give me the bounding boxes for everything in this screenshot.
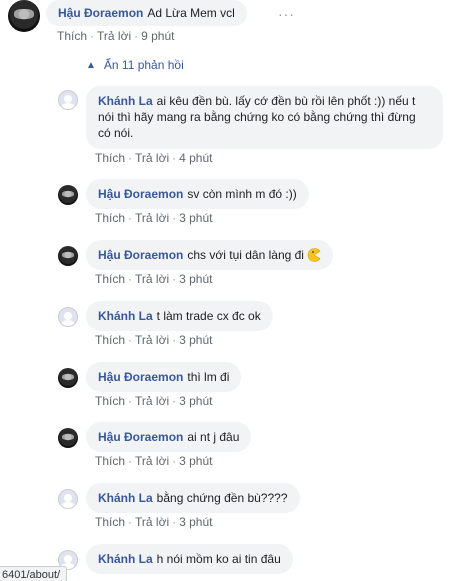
comment-text: thì lm đi: [187, 370, 230, 384]
comment-text: bằng chứng đền bù????: [156, 491, 288, 505]
more-options-icon[interactable]: ···: [278, 6, 295, 22]
comment-bubble: Khánh La t làm trade cx đc ok: [86, 301, 273, 331]
timestamp[interactable]: 3 phút: [179, 515, 212, 529]
reply-link[interactable]: Trả lời: [135, 151, 169, 165]
comment-actions: Thích · Trả lời · 3 phút: [95, 394, 213, 408]
status-bar-url: 6401/about/: [0, 566, 68, 581]
avatar-khanh-la[interactable]: [58, 90, 78, 110]
avatar-hau-doraemon[interactable]: [8, 0, 40, 32]
comment-text: h nói mồm ko ai tin đâu: [156, 552, 281, 566]
comment-author[interactable]: Khánh La: [98, 552, 153, 566]
like-link[interactable]: Thích: [95, 151, 125, 165]
reply-comment: Khánh La t làm trade cx đc ok: [58, 301, 273, 331]
reply-link[interactable]: Trả lời: [97, 29, 131, 43]
comment-actions: Thích · Trả lời · 3 phút: [95, 333, 213, 347]
comment-actions: Thích · Trả lời · 3 phút: [95, 211, 213, 225]
reply-link[interactable]: Trả lời: [135, 272, 169, 286]
timestamp[interactable]: 3 phút: [179, 272, 212, 286]
comment-author[interactable]: Khánh La: [98, 309, 153, 323]
reply-comment: Hậu Đoraemon sv còn mình m đó :)): [58, 179, 309, 209]
timestamp[interactable]: 3 phút: [179, 211, 212, 225]
reply-comment: Khánh La h nói mồm ko ai tin đâu: [58, 544, 293, 574]
comment-author[interactable]: Hậu Đoraemon: [98, 187, 183, 201]
comment-author[interactable]: Khánh La: [98, 94, 153, 108]
comment-bubble: Khánh La bằng chứng đền bù????: [86, 483, 300, 513]
timestamp[interactable]: 3 phút: [179, 454, 212, 468]
timestamp[interactable]: 3 phút: [179, 333, 212, 347]
reply-link[interactable]: Trả lời: [135, 454, 169, 468]
reply-comment: Hậu Đoraemon chs với tụi dân làng đi: [58, 240, 333, 270]
comment-actions: Thích · Trả lời · 3 phút: [95, 515, 213, 529]
comment-actions: Thích · Trả lời · 9 phút: [57, 29, 175, 43]
comment-text: chs với tụi dân làng đi: [187, 248, 304, 262]
reply-comment: Hậu Đoraemon thì lm đi: [58, 362, 242, 392]
avatar-khanh-la[interactable]: [58, 489, 78, 509]
timestamp[interactable]: 4 phút: [179, 151, 212, 165]
reply-comment: Khánh La bằng chứng đền bù????: [58, 483, 300, 513]
reply-link[interactable]: Trả lời: [135, 211, 169, 225]
comment-bubble: Hậu Đoraemon Ad Lừa Mem vcl: [46, 0, 247, 26]
avatar-hau-doraemon[interactable]: [58, 428, 78, 448]
reply-comment: Khánh La ai kêu đền bù. lấy cớ đền bù rồi…: [58, 86, 443, 149]
comment-author[interactable]: Khánh La: [98, 491, 153, 505]
comment-author[interactable]: Hậu Đoraemon: [98, 248, 183, 262]
comment-bubble: Khánh La h nói mồm ko ai tin đâu: [86, 544, 293, 574]
like-link[interactable]: Thích: [95, 211, 125, 225]
timestamp[interactable]: 3 phút: [179, 394, 212, 408]
avatar-hau-doraemon[interactable]: [58, 368, 78, 388]
comment-text: sv còn mình m đó :)): [187, 187, 297, 201]
hide-replies-toggle[interactable]: ▲ Ẩn 11 phản hồi: [86, 58, 184, 72]
comment-text: Ad Lừa Mem vcl: [147, 6, 235, 20]
avatar-khanh-la[interactable]: [58, 307, 78, 327]
like-link[interactable]: Thích: [95, 394, 125, 408]
comment-bubble: Hậu Đoraemon ai nt j đâu: [86, 422, 252, 452]
reply-link[interactable]: Trả lời: [135, 333, 169, 347]
comment-actions: Thích · Trả lời · 3 phút: [95, 272, 213, 286]
reply-comment: Hậu Đoraemon ai nt j đâu: [58, 422, 252, 452]
top-comment: Hậu Đoraemon Ad Lừa Mem vcl ···: [8, 0, 294, 32]
comment-actions: Thích · Trả lời · 3 phút: [95, 454, 213, 468]
like-link[interactable]: Thích: [95, 515, 125, 529]
timestamp[interactable]: 9 phút: [141, 29, 174, 43]
comment-author[interactable]: Hậu Đoraemon: [98, 430, 183, 444]
comment-text: ai nt j đâu: [187, 430, 240, 444]
like-link[interactable]: Thích: [95, 454, 125, 468]
comment-bubble: Khánh La ai kêu đền bù. lấy cớ đền bù rồi…: [86, 86, 443, 149]
like-link[interactable]: Thích: [57, 29, 87, 43]
reply-link[interactable]: Trả lời: [135, 394, 169, 408]
pacman-emoji-icon: [307, 248, 321, 262]
avatar-hau-doraemon[interactable]: [58, 185, 78, 205]
comment-actions: Thích · Trả lời · 4 phút: [95, 151, 213, 165]
avatar-hau-doraemon[interactable]: [58, 246, 78, 266]
like-link[interactable]: Thích: [95, 272, 125, 286]
chevron-up-icon: ▲: [86, 59, 96, 71]
comment-bubble: Hậu Đoraemon chs với tụi dân làng đi: [86, 240, 333, 270]
comment-bubble: Hậu Đoraemon sv còn mình m đó :)): [86, 179, 309, 209]
reply-link[interactable]: Trả lời: [135, 515, 169, 529]
comment-text: t làm trade cx đc ok: [156, 309, 261, 323]
comment-author[interactable]: Hậu Đoraemon: [58, 6, 143, 20]
comment-bubble: Hậu Đoraemon thì lm đi: [86, 362, 242, 392]
like-link[interactable]: Thích: [95, 333, 125, 347]
hide-replies-label: Ẩn 11 phản hồi: [103, 58, 184, 72]
comment-author[interactable]: Hậu Đoraemon: [98, 370, 183, 384]
